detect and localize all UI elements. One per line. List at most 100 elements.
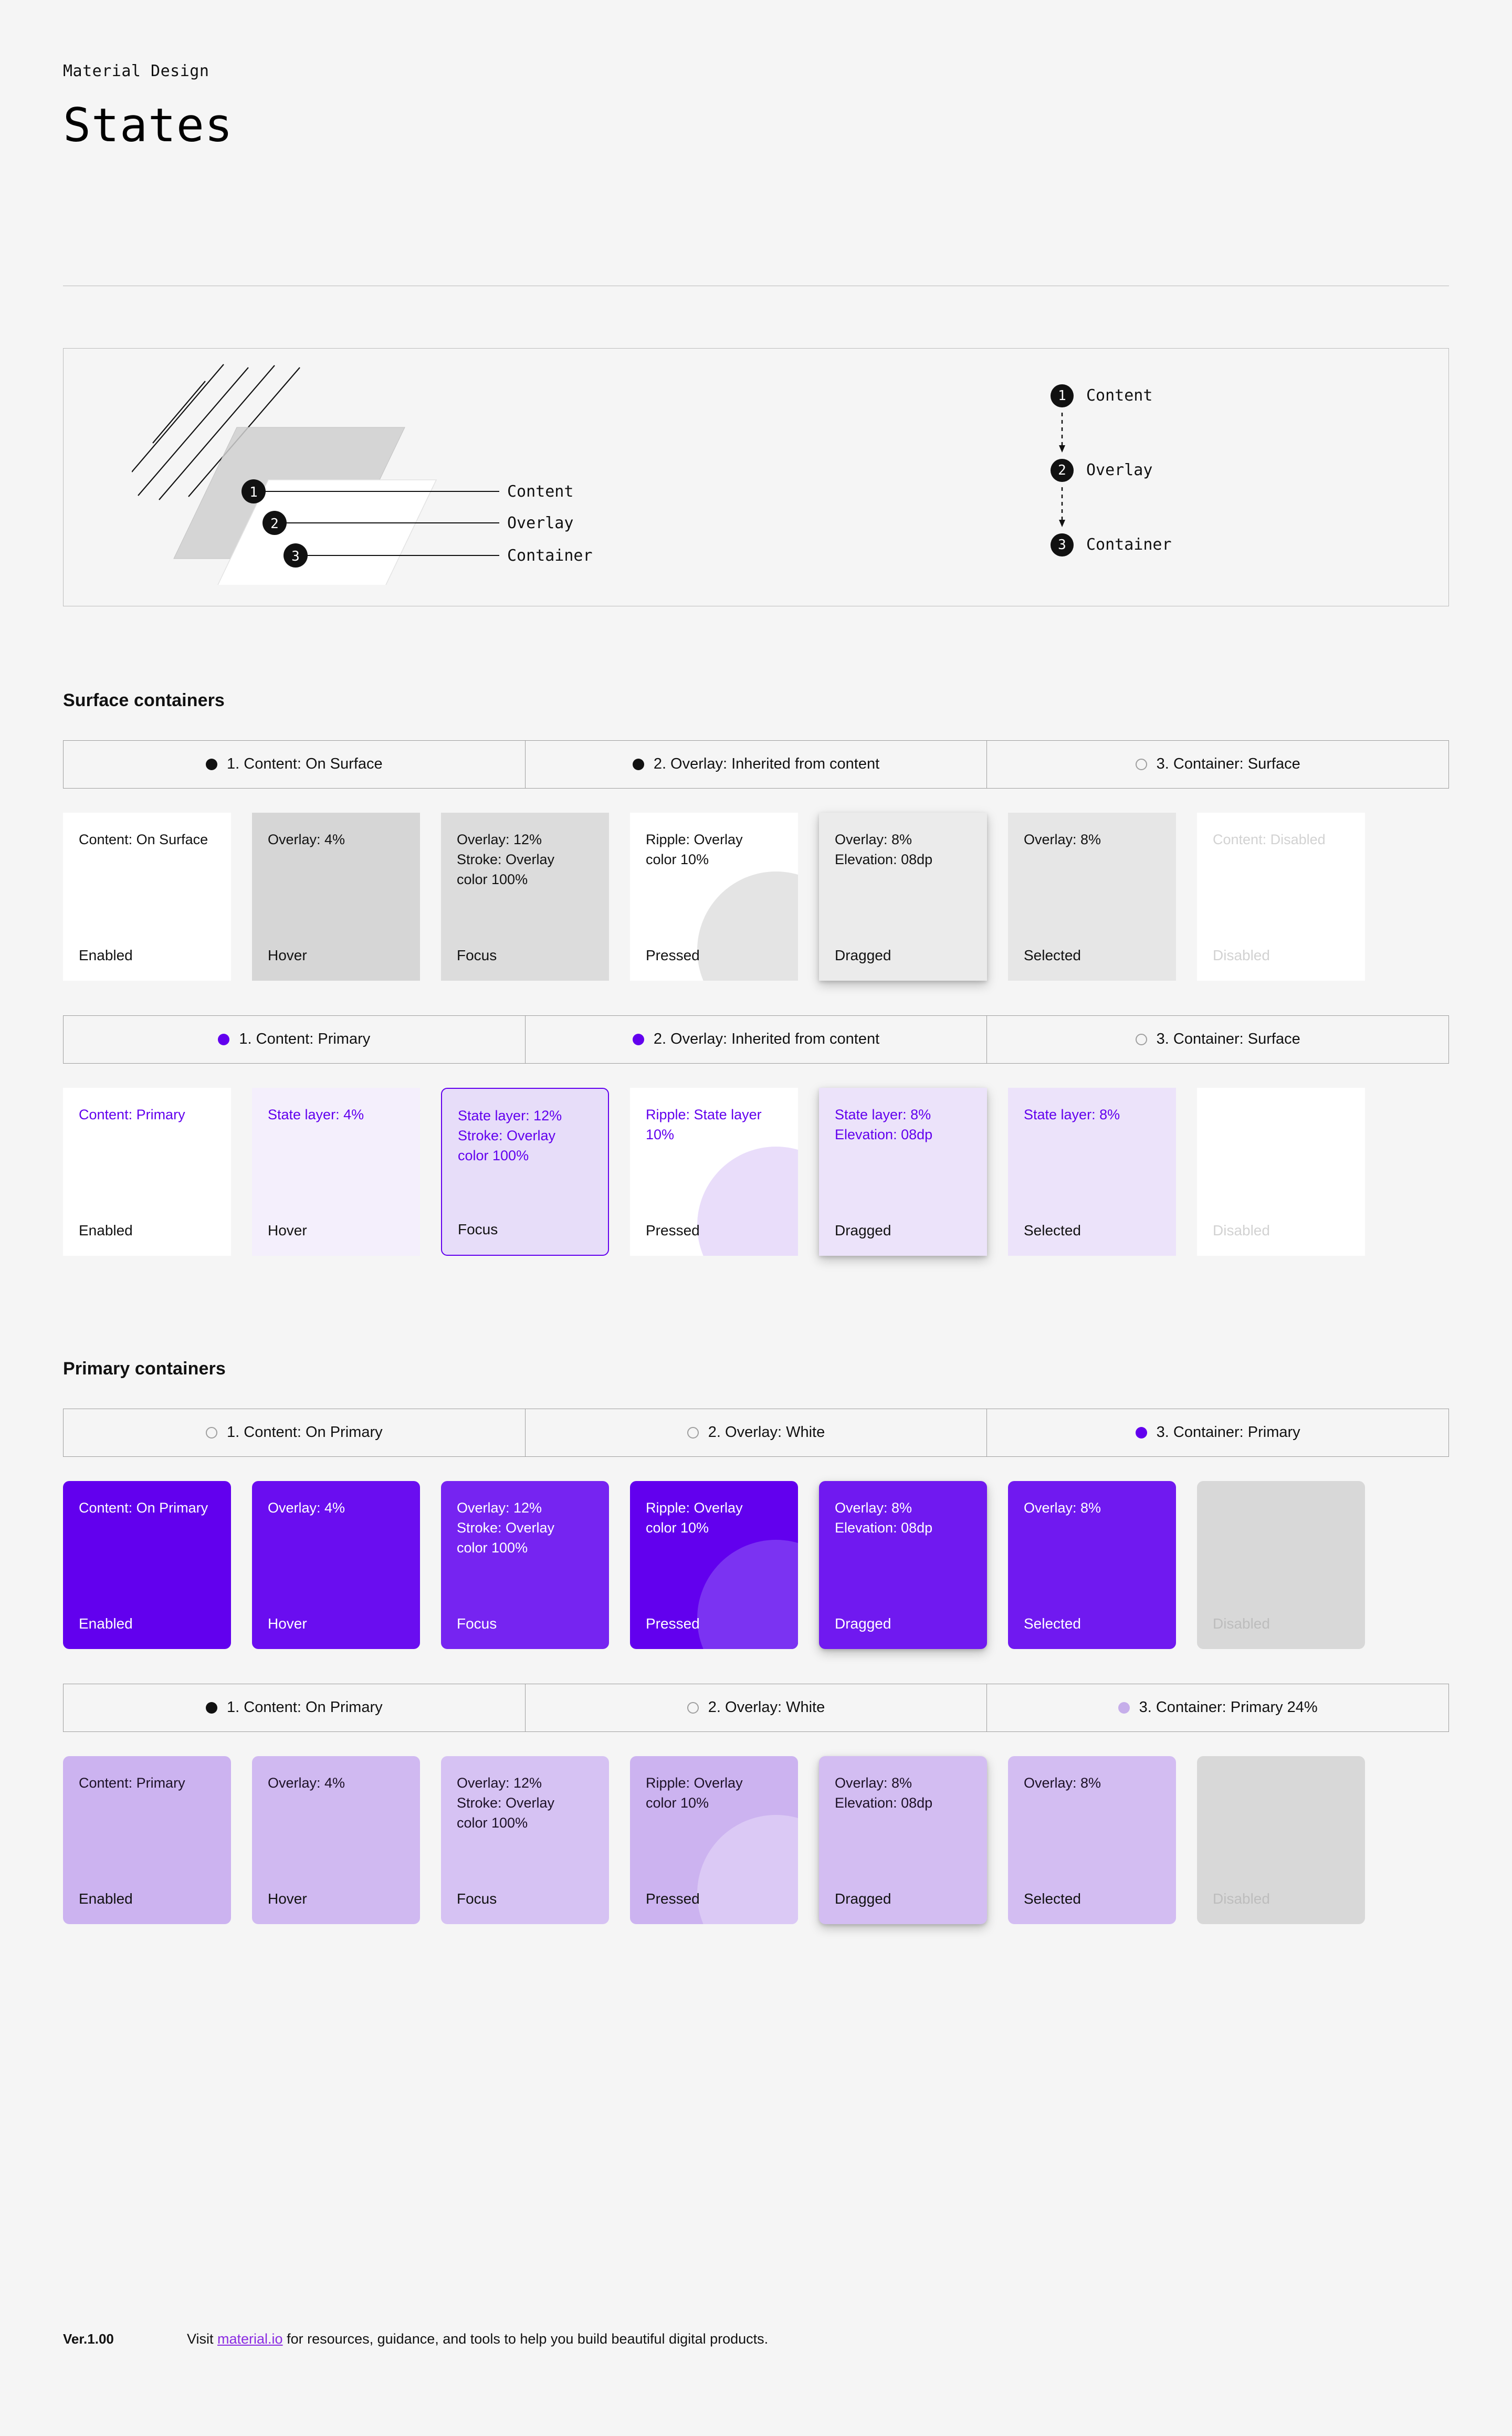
- legend-cell-label: 1. Content: On Surface: [227, 755, 383, 773]
- state-card-selected[interactable]: Overlay: 8% Selected: [1008, 1756, 1176, 1924]
- state-card-selected[interactable]: State layer: 8% Selected: [1008, 1087, 1176, 1256]
- callout-badge-1: 1: [242, 479, 266, 503]
- card-state-label: Enabled: [79, 1222, 133, 1238]
- callout-label-container: Container: [507, 547, 593, 565]
- card-state-label: Dragged: [835, 947, 891, 963]
- state-card-row: Content: On Surface Enabled Overlay: 4% Hov…: [63, 812, 1449, 981]
- card-state-label: Focus: [457, 1890, 497, 1907]
- state-card-enabled[interactable]: Content: On Primary Enabled: [63, 1480, 231, 1649]
- card-description: Overlay: 8% Elevation: 08dp: [835, 1499, 933, 1536]
- legend-cell-label: 2. Overlay: Inherited from content: [653, 755, 880, 773]
- ripple-overlay: [697, 871, 798, 981]
- card-description: Overlay: 8% Elevation: 08dp: [835, 831, 933, 868]
- sections-host: Surface containers 1. Content: On Surface…: [63, 690, 1449, 1924]
- card-state-label: Enabled: [79, 1890, 133, 1907]
- legend-dot-icon: [1135, 1033, 1147, 1045]
- card-state-label: Hover: [268, 1890, 307, 1907]
- state-card-pressed[interactable]: Ripple: State layer 10% Pressed: [630, 1087, 798, 1256]
- legend-dot-icon: [206, 1702, 218, 1714]
- card-state-label: Pressed: [646, 1615, 700, 1632]
- section-heading: Primary containers: [63, 1358, 226, 1379]
- card-description: Ripple: Overlay color 10%: [646, 831, 743, 868]
- legend-cell-label: 2. Overlay: Inherited from content: [653, 1031, 880, 1048]
- card-state-label: Pressed: [646, 1890, 700, 1907]
- legend-cell-label: 3. Container: Surface: [1156, 755, 1300, 773]
- state-card-enabled[interactable]: Content: On Surface Enabled: [63, 812, 231, 981]
- card-state-label: Disabled: [1213, 1890, 1270, 1907]
- legend-arrow-2: [1051, 485, 1074, 530]
- footer: Ver.1.00 Visit material.io for resources…: [63, 2331, 1449, 2347]
- legend-label-container: Container: [1086, 536, 1172, 554]
- legend-cell: 1. Content: On Surface: [64, 740, 526, 788]
- legend-cell-label: 3. Container: Surface: [1156, 1031, 1300, 1048]
- layer-diagram-panel: 1 2 3 Content Overlay Container 1 Conten…: [63, 348, 1449, 606]
- state-card-focus[interactable]: Overlay: 12% Stroke: Overlay color 100% F…: [441, 1756, 609, 1924]
- footer-visit-prefix: Visit: [187, 2331, 218, 2347]
- state-card-dragged[interactable]: State layer: 8% Elevation: 08dp Dragged: [819, 1087, 987, 1256]
- dashed-arrow-icon: [1059, 412, 1065, 453]
- legend-cell-label: 3. Container: Primary 24%: [1139, 1699, 1318, 1716]
- legend-bar: 1. Content: On Primary 2. Overlay: White 3…: [63, 1683, 1449, 1732]
- legend-cell: 3. Container: Primary: [987, 1409, 1448, 1456]
- state-card-hover[interactable]: Overlay: 4% Hover: [252, 812, 420, 981]
- footer-note: Visit material.io for resources, guidanc…: [187, 2331, 768, 2347]
- legend-dot-icon: [687, 1426, 699, 1438]
- state-card-hover[interactable]: State layer: 4% Hover: [252, 1087, 420, 1256]
- version-label: Ver.1.00: [63, 2331, 114, 2347]
- svg-text:3: 3: [291, 549, 300, 564]
- state-card-disabled[interactable]: Disabled: [1197, 1480, 1365, 1649]
- legend-cell-label: 2. Overlay: White: [708, 1424, 825, 1441]
- material-io-link[interactable]: material.io: [217, 2331, 283, 2347]
- state-card-dragged[interactable]: Overlay: 8% Elevation: 08dp Dragged: [819, 812, 987, 981]
- legend-cell: 2. Overlay: White: [526, 1684, 988, 1731]
- legend-cell-label: 3. Container: Primary: [1156, 1424, 1300, 1441]
- card-state-label: Focus: [458, 1221, 498, 1237]
- legend-dot-icon: [632, 758, 644, 770]
- callout-label-content: Content: [507, 482, 573, 501]
- state-card-dragged[interactable]: Overlay: 8% Elevation: 08dp Dragged: [819, 1480, 987, 1649]
- legend-cell: 3. Container: Surface: [987, 741, 1448, 788]
- state-card-focus[interactable]: Overlay: 12% Stroke: Overlay color 100% F…: [441, 1480, 609, 1649]
- card-description: State layer: 4%: [268, 1106, 364, 1122]
- legend-badge-1: 1: [1051, 384, 1074, 407]
- state-card-disabled[interactable]: Disabled: [1197, 1756, 1365, 1924]
- card-description: Overlay: 8% Elevation: 08dp: [835, 1774, 933, 1811]
- state-card-pressed[interactable]: Ripple: Overlay color 10% Pressed: [630, 1756, 798, 1924]
- legend-badge-3: 3: [1051, 533, 1074, 556]
- callout-badge-2: 2: [262, 510, 287, 535]
- legend-dot-icon: [206, 1426, 218, 1438]
- state-card-hover[interactable]: Overlay: 4% Hover: [252, 1480, 420, 1649]
- legend-cell-label: 1. Content: On Primary: [227, 1424, 383, 1441]
- state-card-hover[interactable]: Overlay: 4% Hover: [252, 1756, 420, 1924]
- state-card-disabled[interactable]: Disabled: [1197, 1087, 1365, 1256]
- state-card-selected[interactable]: Overlay: 8% Selected: [1008, 812, 1176, 981]
- card-state-label: Hover: [268, 1222, 307, 1238]
- card-description: Overlay: 4%: [268, 1499, 345, 1516]
- state-card-enabled[interactable]: Content: Primary Enabled: [63, 1756, 231, 1924]
- state-card-focus[interactable]: State layer: 12% Stroke: Overlay color 1…: [441, 1087, 609, 1256]
- state-card-disabled[interactable]: Content: Disabled Disabled: [1197, 812, 1365, 981]
- card-description: Overlay: 8%: [1024, 831, 1101, 847]
- state-card-pressed[interactable]: Ripple: Overlay color 10% Pressed: [630, 812, 798, 981]
- card-state-label: Disabled: [1213, 1615, 1270, 1632]
- card-state-label: Pressed: [646, 1222, 700, 1238]
- state-card-focus[interactable]: Overlay: 12% Stroke: Overlay color 100% F…: [441, 812, 609, 981]
- legend-node-content: 1 Content: [1051, 381, 1172, 411]
- ripple-overlay: [697, 1539, 798, 1649]
- dashed-arrow-icon: [1059, 487, 1065, 527]
- state-card-selected[interactable]: Overlay: 8% Selected: [1008, 1480, 1176, 1649]
- card-description: Content: On Surface: [79, 831, 208, 847]
- page-title: States: [63, 98, 233, 152]
- state-card-dragged[interactable]: Overlay: 8% Elevation: 08dp Dragged: [819, 1756, 987, 1924]
- legend-dot-icon: [1118, 1702, 1130, 1714]
- state-card-enabled[interactable]: Content: Primary Enabled: [63, 1087, 231, 1256]
- callout-label-overlay: Overlay: [507, 514, 573, 532]
- card-state-label: Selected: [1024, 947, 1081, 963]
- card-state-label: Focus: [457, 947, 497, 963]
- state-card-pressed[interactable]: Ripple: Overlay color 10% Pressed: [630, 1480, 798, 1649]
- card-state-label: Disabled: [1213, 1222, 1270, 1238]
- legend-dot-icon: [218, 1033, 230, 1045]
- legend-bar: 1. Content: On Surface 2. Overlay: Inheri…: [63, 740, 1449, 789]
- legend-cell: 1. Content: Primary: [64, 1015, 526, 1063]
- card-state-label: Dragged: [835, 1890, 891, 1907]
